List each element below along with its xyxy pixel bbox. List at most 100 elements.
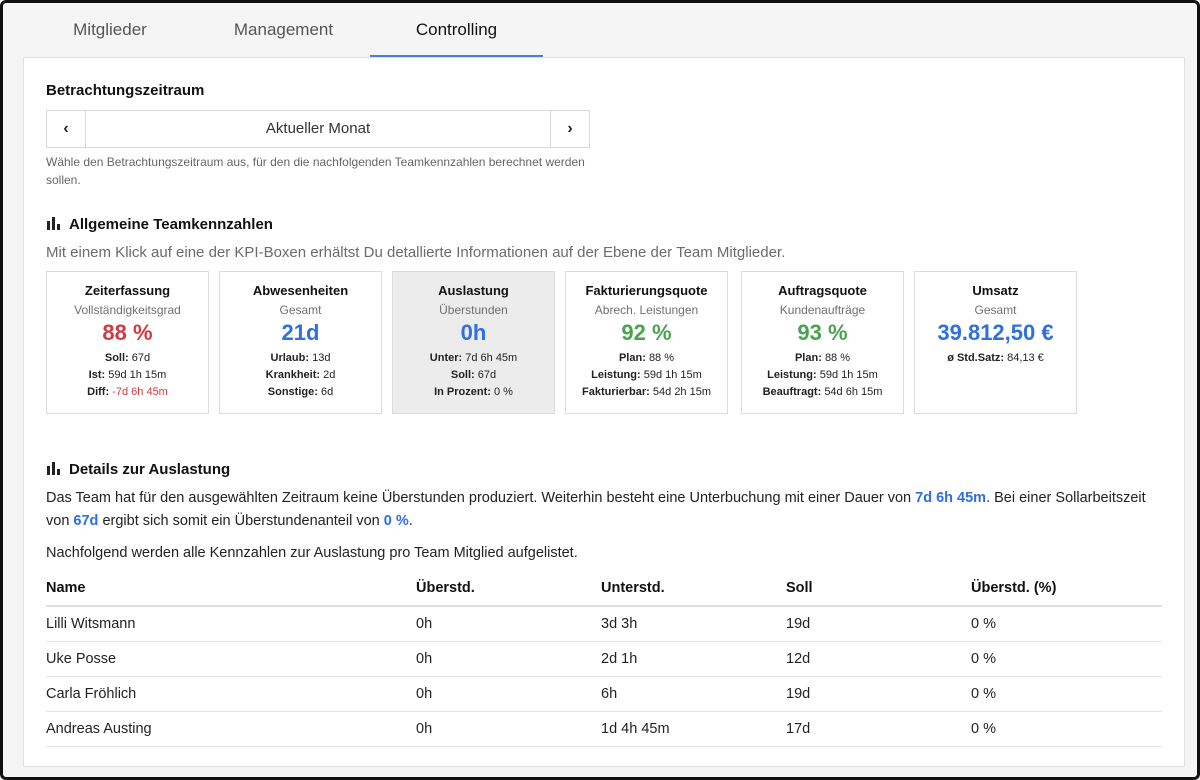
kpi-detail-label: Unter: (429, 352, 463, 364)
column-header-overtime-percent: Überstd. (%) (971, 580, 1057, 596)
kpi-detail-value: 54d 6h 15m (824, 386, 883, 398)
table-row[interactable]: Andreas Austing 0h 1d 4h 45m 17d 0 % (46, 712, 1162, 747)
kpi-detail-label: Soll: (104, 352, 129, 364)
kpi-detail-line: Soll: 67d (47, 350, 208, 367)
kpi-detail-line: Sonstige: 6d (220, 384, 381, 401)
kpi-detail-value: 59d 1h 15m (819, 369, 878, 381)
previous-period-button[interactable]: ‹ (47, 111, 86, 147)
cell-name: Lilli Witsmann (46, 616, 136, 632)
cell-name: Carla Fröhlich (46, 686, 137, 702)
details-heading: Details zur Auslastung (46, 461, 230, 478)
kpi-value: 21d (281, 320, 320, 345)
kpi-detail-value: 67d (131, 352, 151, 364)
kpi-box-utilization[interactable]: Auslastung Überstunden 0h Unter: 7d 6h 45m S… (392, 271, 555, 414)
kpi-detail-line: Soll: 67d (393, 367, 554, 384)
cell-undertime: 1d 4h 45m (601, 721, 670, 737)
column-header-overtime: Überstd. (416, 580, 475, 596)
details-intro: Nachfolgend werden alle Kennzahlen zur A… (46, 545, 578, 561)
kpi-detail-value: 7d 6h 45m (465, 352, 518, 364)
kpi-subtitle: Vollständigkeitsgrad (74, 303, 181, 317)
kpi-details: Plan: 88 % Leistung: 59d 1h 15m Fakturierb… (566, 350, 727, 401)
kpi-title: Fakturierungsquote (585, 283, 708, 298)
kpi-details: ø Std.Satz: 84,13 € (915, 350, 1076, 367)
kpi-detail-line: Beauftragt: 54d 6h 15m (742, 384, 903, 401)
kpi-value: 39.812,50 € (937, 320, 1054, 345)
app-window: Mitglieder Management Controlling Betrac… (0, 0, 1200, 780)
kpi-box-billing-rate[interactable]: Fakturierungsquote Abrech. Leistungen 92 %… (565, 271, 728, 414)
kpi-detail-value: 88 % (824, 352, 851, 364)
kpi-subtitle: Abrech. Leistungen (594, 303, 699, 317)
kpi-detail-line: Urlaub: 13d (220, 350, 381, 367)
kpi-box-absences[interactable]: Abwesenheiten Gesamt 21d Urlaub: 13d Krankhe… (219, 271, 382, 414)
cell-overtime: 0h (416, 686, 433, 702)
kpi-detail-value: 88 % (648, 352, 675, 364)
overtime-share-value: 0 % (383, 513, 409, 529)
kpi-title: Abwesenheiten (252, 283, 349, 298)
period-selector: ‹ Aktueller Monat › (46, 110, 590, 148)
kpi-detail-label: Plan: (618, 352, 646, 364)
kpi-detail-line: In Prozent: 0 % (393, 384, 554, 401)
chevron-right-icon: › (567, 120, 573, 137)
kpi-detail-label: Sonstige: (267, 386, 318, 398)
kpi-title: Auftragsquote (778, 283, 867, 298)
kpi-detail-value: 6d (320, 386, 334, 398)
next-period-button[interactable]: › (550, 111, 589, 147)
table-row[interactable]: Lilli Witsmann 0h 3d 3h 19d 0 % (46, 607, 1162, 642)
kpi-title: Umsatz (972, 283, 1019, 298)
tab-mitglieder[interactable]: Mitglieder (23, 9, 197, 55)
cell-overtime-percent: 0 % (971, 686, 996, 702)
kpi-detail-line: Krankheit: 2d (220, 367, 381, 384)
kpi-subtitle: Gesamt (279, 303, 322, 317)
kpi-detail-line: Leistung: 59d 1h 15m (566, 367, 727, 384)
cell-target: 19d (786, 616, 811, 632)
kpi-detail-value: 2d (323, 369, 336, 381)
table-header: Name Überstd. Unterstd. Soll Überstd. (%… (46, 571, 1162, 607)
cell-target: 17d (786, 721, 811, 737)
details-summary: Das Team hat für den ausgewählten Zeitra… (46, 490, 1146, 529)
cell-overtime-percent: 0 % (971, 651, 996, 667)
column-header-name: Name (46, 580, 86, 596)
kpi-detail-line: Leistung: 59d 1h 15m (742, 367, 903, 384)
kpi-detail-line: Plan: 88 % (566, 350, 727, 367)
kpi-value: 92 % (621, 320, 672, 345)
kpi-title: Auslastung (438, 283, 509, 298)
period-hint: Wähle den Betrachtungszeitraum aus, für … (46, 155, 585, 187)
cell-undertime: 6h (601, 686, 618, 702)
kpi-detail-line: Fakturierbar: 54d 2h 15m (566, 384, 727, 401)
cell-target: 12d (786, 651, 811, 667)
kpi-box-order-rate[interactable]: Auftragsquote Kundenaufträge 93 % Plan: 88 … (741, 271, 904, 414)
chevron-left-icon: ‹ (63, 120, 69, 137)
kpi-detail-label: Fakturierbar: (581, 386, 650, 398)
kpi-detail-value: 0 % (493, 386, 513, 398)
tab-management[interactable]: Management (197, 9, 370, 55)
table-row[interactable]: Carla Fröhlich 0h 6h 19d 0 % (46, 677, 1162, 712)
cell-undertime: 2d 1h (601, 651, 638, 667)
kpi-details: Urlaub: 13d Krankheit: 2d Sonstige: 6d (220, 350, 381, 401)
cell-name: Uke Posse (46, 651, 117, 667)
bar-chart-icon (46, 217, 60, 230)
tab-bar: Mitglieder Management Controlling (23, 9, 1183, 57)
kpi-box-time-tracking[interactable]: Zeiterfassung Vollständigkeitsgrad 88 % Sol… (46, 271, 209, 414)
kpi-detail-value: 54d 2h 15m (652, 386, 712, 398)
kpi-detail-label: Krankheit: (265, 369, 321, 381)
kpi-detail-line: ø Std.Satz: 84,13 € (915, 350, 1076, 367)
kpi-value: 88 % (102, 320, 153, 345)
tab-controlling[interactable]: Controlling (370, 9, 543, 57)
table-row[interactable]: Uke Posse 0h 2d 1h 12d 0 % (46, 642, 1162, 677)
cell-name: Andreas Austing (46, 721, 152, 737)
kpi-detail-value: 59d 1h 15m (108, 369, 167, 381)
kpi-detail-label: Diff: (87, 386, 110, 398)
column-header-target: Soll (786, 580, 813, 596)
kpi-detail-label: Plan: (794, 352, 822, 364)
kpi-details: Plan: 88 % Leistung: 59d 1h 15m Beauftragt… (742, 350, 903, 401)
kpi-value: 0h (460, 320, 487, 345)
period-value[interactable]: Aktueller Monat (85, 111, 551, 147)
kpi-detail-label: Beauftragt: (762, 386, 822, 398)
kpi-detail-line: Diff: -7d 6h 45m (47, 384, 208, 401)
kpi-detail-value: 67d (477, 369, 497, 381)
kpi-box-revenue[interactable]: Umsatz Gesamt 39.812,50 € ø Std.Satz: 84,13… (914, 271, 1077, 414)
cell-undertime: 3d 3h (601, 616, 638, 632)
kpi-detail-line: Plan: 88 % (742, 350, 903, 367)
cell-overtime-percent: 0 % (971, 616, 996, 632)
bar-chart-icon (46, 462, 60, 475)
